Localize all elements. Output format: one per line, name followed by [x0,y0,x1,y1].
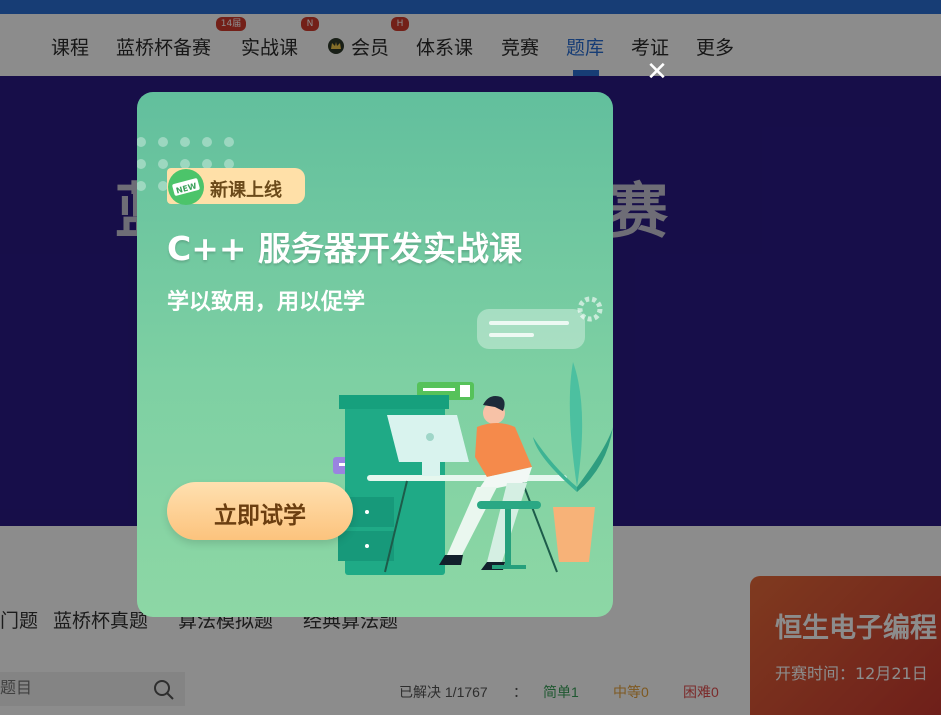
try-now-label: 立即试学 [214,503,306,529]
try-now-button[interactable]: 立即试学 [167,482,353,540]
new-badge-icon: NEW [168,169,204,205]
promo-modal: NEW 新课上线 C++ 服务器开发实战课 学以致用，用以促学 立即试学 [137,92,613,617]
modal-title: C++ 服务器开发实战课 [167,229,523,268]
close-icon[interactable]: ✕ [644,59,670,85]
developer-illustration [333,296,613,575]
new-course-tag-label: 新课上线 [210,180,282,201]
